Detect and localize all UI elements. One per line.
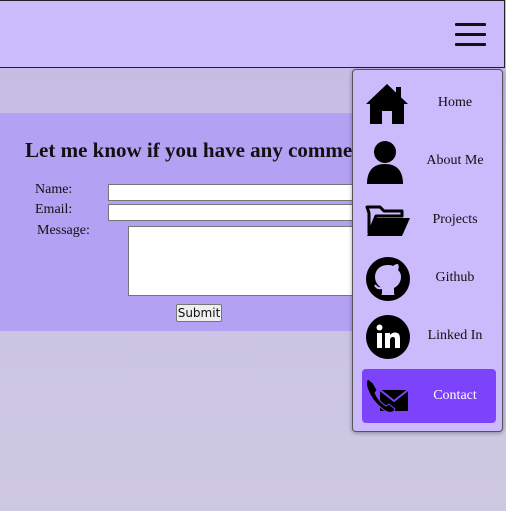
menu-item-label: Github [435,270,475,285]
linkedin-icon [366,315,410,359]
page: Let me know if you have any comments Nam… [0,0,506,511]
submit-button[interactable]: Submit [176,304,222,322]
email-label: Email: [35,202,73,217]
menu-item-label: Contact [433,388,477,403]
name-label: Name: [35,182,73,197]
hamburger-line [455,23,486,26]
comment-form-panel: Let me know if you have any comments Nam… [0,113,404,331]
menu-item-linkedin[interactable]: Linked In [362,309,496,363]
person-icon [367,141,403,184]
dropdown-nav-menu: Home About Me Projects Github Linked In … [352,69,503,432]
message-label: Message: [37,223,90,238]
hamburger-line [455,33,486,36]
hamburger-line [455,43,486,46]
contact-phone-mail-icon [366,378,409,413]
menu-item-label: Projects [432,212,478,227]
menu-item-about-me[interactable]: About Me [362,134,496,188]
menu-item-home[interactable]: Home [362,76,496,130]
menu-item-projects[interactable]: Projects [362,193,496,247]
top-navbar [0,0,505,68]
menu-item-label: Linked In [427,328,483,343]
menu-item-contact[interactable]: Contact [362,369,496,423]
folder-open-icon [365,205,410,236]
menu-item-label: About Me [426,153,484,168]
home-icon [366,84,408,124]
menu-item-github[interactable]: Github [362,251,496,305]
menu-item-label: Home [437,95,473,110]
form-title: Let me know if you have any comments [25,138,380,162]
github-icon [366,257,410,301]
hamburger-menu-icon[interactable] [455,22,486,48]
